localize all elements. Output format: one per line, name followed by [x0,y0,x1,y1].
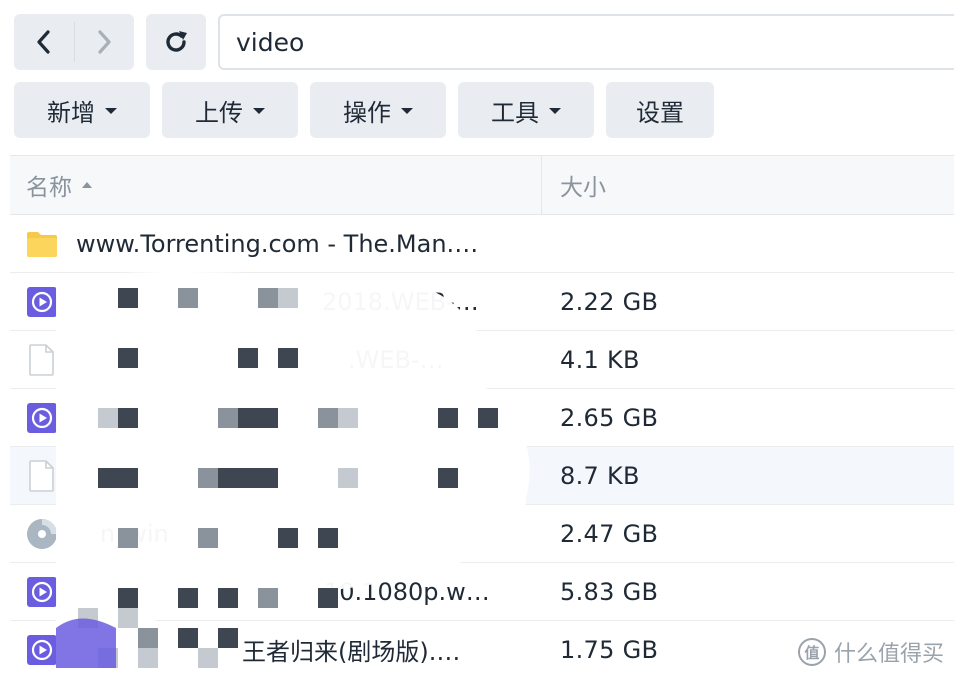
document-file-icon [26,459,58,492]
caret-down-icon [401,108,413,114]
sort-ascending-icon [82,182,92,188]
watermark: 值 什么值得买 [797,636,944,668]
upload-button[interactable]: 上传 [162,82,298,138]
caret-down-icon [549,108,561,114]
name-cell: www.Torrenting.com - The.Man.… [10,215,542,272]
tools-button-label: 工具 [491,98,539,127]
watermark-text: 什么值得买 [833,642,944,667]
name-cell [10,447,542,504]
table-row[interactable]: n_win 2.47 GB [10,505,954,563]
new-button-label: 新增 [47,98,95,127]
video-file-icon [26,286,58,318]
name-cell: .WEB-… [10,331,542,388]
caret-down-icon [253,108,265,114]
size-cell: 2.65 GB [560,403,659,432]
table-row[interactable]: 8.7 KB [10,447,954,505]
size-cell: 4.1 KB [560,345,640,374]
size-cell: 5.83 GB [560,577,659,606]
back-button[interactable] [14,14,74,70]
refresh-button[interactable] [146,14,206,70]
name-cell: n_win [10,505,542,562]
column-header-name-label: 名称 [26,175,72,201]
watermark-logo-icon: 值 [797,638,826,666]
video-file-icon [26,402,58,434]
size-cell: 8.7 KB [560,461,640,490]
tools-button[interactable]: 工具 [458,82,594,138]
chevron-right-icon [98,30,111,54]
action-button-label: 操作 [343,98,391,127]
name-cell: 10.1080p.w… [10,563,542,620]
table-row[interactable]: 2018.WEB-… 2.22 GB [10,273,954,331]
column-header-name[interactable]: 名称 [10,156,542,214]
action-button[interactable]: 操作 [310,82,446,138]
file-name: 2018.WEB-… [322,287,479,316]
file-station-window: 新增 上传 操作 工具 设置 名称 大小 [0,0,954,678]
size-cell [542,215,954,272]
forward-button[interactable] [75,14,135,70]
chevron-left-icon [37,30,50,54]
size-cell: 2.22 GB [560,287,659,316]
table-row[interactable]: .WEB-… 4.1 KB [10,331,954,389]
table-row[interactable]: www.Torrenting.com - The.Man.… [10,215,954,273]
file-name: www.Torrenting.com - The.Man.… [76,229,479,258]
document-file-icon [26,343,58,376]
file-name: n_win [100,519,169,548]
toolbar: 新增 上传 操作 工具 设置 [14,82,714,138]
new-button[interactable]: 新增 [14,82,150,138]
video-file-icon [26,634,58,666]
history-nav-group [14,14,134,70]
file-name: 10.1080p.w… [324,577,490,606]
upload-button-label: 上传 [195,98,243,127]
path-input[interactable] [218,14,954,70]
refresh-icon [166,31,187,52]
name-cell: 王者归来(剧场版).… [10,621,542,678]
file-list-header: 名称 大小 [10,156,954,215]
file-list: 名称 大小 www.Torrenting.com - The.Man.… 201… [10,155,954,678]
settings-button[interactable]: 设置 [606,82,714,138]
table-row[interactable]: 10.1080p.w… 5.83 GB [10,563,954,621]
file-name: .WEB-… [348,345,444,374]
size-cell: 2.47 GB [560,519,659,548]
video-file-icon [26,576,58,608]
disc-image-icon [26,518,58,550]
settings-button-label: 设置 [636,98,684,127]
column-header-size-label: 大小 [560,175,606,201]
folder-icon [26,228,58,260]
column-header-size[interactable]: 大小 [542,156,954,214]
caret-down-icon [105,108,117,114]
table-row[interactable]: 2.65 GB [10,389,954,447]
name-cell: 2018.WEB-… [10,273,542,330]
name-cell [10,389,542,446]
file-name: 王者归来(剧场版).… [242,638,461,666]
